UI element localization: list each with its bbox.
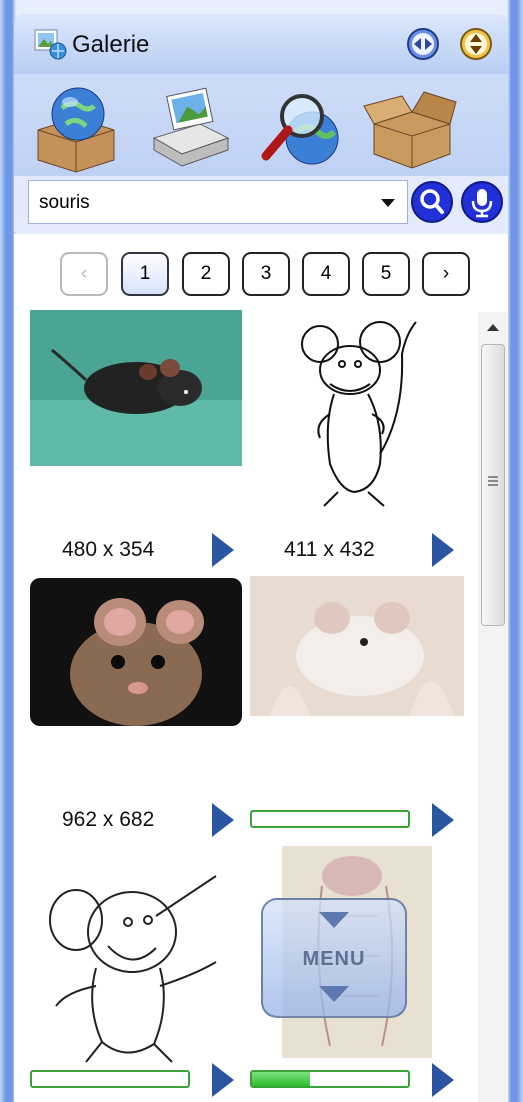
page-button-3[interactable]: 3	[242, 252, 290, 296]
gallery-thumbnail[interactable]	[30, 310, 242, 466]
toolbar	[14, 74, 508, 180]
magnifier-globe-icon[interactable]	[252, 80, 348, 174]
play-arrow-icon[interactable]	[432, 803, 454, 837]
down-triangle-icon	[319, 986, 349, 1002]
page-button-5[interactable]: 5	[362, 252, 410, 296]
gallery-thumbnail[interactable]	[284, 314, 434, 514]
next-page-button[interactable]: ›	[422, 252, 470, 296]
left-right-arrows-icon[interactable]	[406, 27, 440, 61]
image-dimensions: 480 x 354	[62, 538, 155, 561]
gallery-content: ‹ 1 2 3 4 5 › 480 x 354 411 x 432 962 x …	[14, 234, 508, 1102]
menu-label: MENU	[302, 948, 366, 970]
loading-progress-bar	[30, 1070, 190, 1088]
window-title: Galerie	[72, 31, 150, 58]
gallery-thumbnail[interactable]	[250, 576, 464, 716]
prev-page-button[interactable]: ‹	[60, 252, 108, 296]
chevron-down-icon[interactable]	[381, 199, 395, 207]
play-arrow-icon[interactable]	[212, 533, 234, 567]
menu-button[interactable]: MENU	[261, 898, 407, 1018]
search-row: souris	[14, 176, 508, 232]
image-dimensions: 411 x 432	[284, 538, 375, 561]
scrollbar-thumb[interactable]	[481, 344, 505, 626]
globe-box-icon[interactable]	[28, 80, 124, 174]
search-value: souris	[39, 192, 90, 213]
image-dimensions: 962 x 682	[62, 808, 155, 831]
play-arrow-icon[interactable]	[432, 533, 454, 567]
play-arrow-icon[interactable]	[432, 1063, 454, 1097]
scanner-photo-icon[interactable]	[140, 80, 236, 174]
gallery-window: Galerie souris ‹ 1 2 3 4 5 › 480 x 354 4…	[0, 0, 523, 1102]
scroll-up-arrow-icon[interactable]	[487, 324, 499, 331]
pager: ‹ 1 2 3 4 5 ›	[14, 234, 508, 304]
loading-progress-bar	[250, 1070, 410, 1088]
open-box-icon[interactable]	[362, 80, 458, 174]
gallery-app-icon	[34, 29, 67, 60]
play-arrow-icon[interactable]	[212, 803, 234, 837]
grip-icon	[488, 476, 498, 486]
page-button-2[interactable]: 2	[182, 252, 230, 296]
down-triangle-icon	[319, 912, 349, 928]
gallery-thumbnail[interactable]	[36, 856, 236, 1070]
loading-progress-bar	[250, 810, 410, 828]
page-button-1[interactable]: 1	[121, 252, 169, 296]
page-button-4[interactable]: 4	[302, 252, 350, 296]
gallery-thumbnail[interactable]	[30, 578, 242, 726]
progress-fill	[252, 1072, 310, 1086]
up-down-arrows-icon[interactable]	[459, 27, 493, 61]
microphone-icon[interactable]	[460, 180, 504, 224]
search-input[interactable]: souris	[28, 180, 408, 224]
vertical-scrollbar[interactable]	[478, 312, 508, 1102]
play-arrow-icon[interactable]	[212, 1063, 234, 1097]
search-icon[interactable]	[410, 180, 454, 224]
title-bar: Galerie	[14, 14, 508, 74]
